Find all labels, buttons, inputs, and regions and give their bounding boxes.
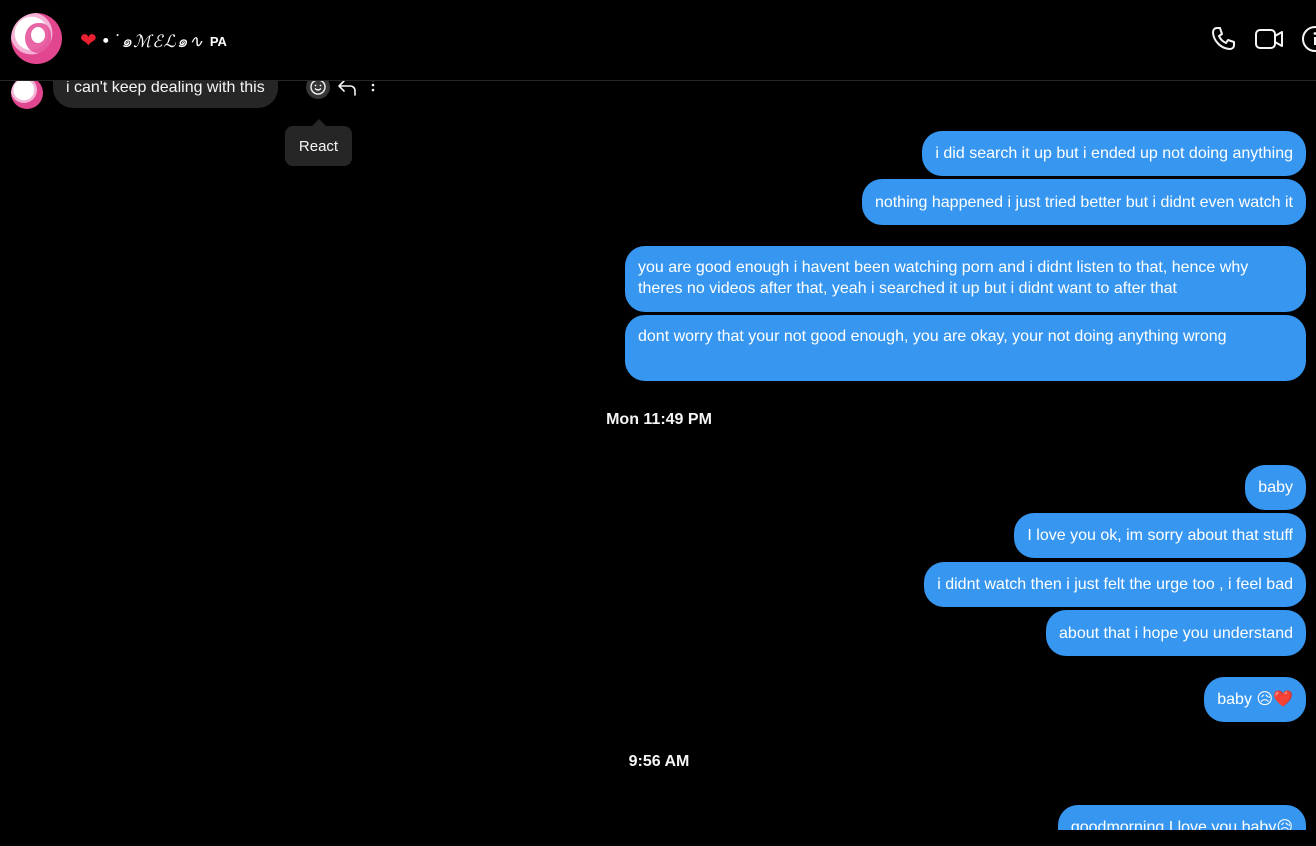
outgoing-message-bubble[interactable]: i did search it up but i ended up not do… (922, 131, 1306, 176)
outgoing-message-bubble[interactable]: baby 😥❤️ (1204, 677, 1306, 722)
contact-name[interactable]: ❤ •˙๑ℳℰℒ๑∿ PA (80, 29, 227, 53)
outgoing-message-bubble[interactable]: about that i hope you understand (1046, 610, 1306, 656)
heart-icon: ❤ (80, 30, 97, 52)
outgoing-message-bubble[interactable]: I love you ok, im sorry about that stuff (1014, 513, 1306, 558)
outgoing-message-bubble[interactable]: goodmorning I love you baby😥 (1057, 805, 1306, 830)
contact-name-suffix: PA (209, 33, 227, 49)
message-clip: goodmorning I love you baby😥 (0, 805, 1316, 830)
outgoing-message-bubble[interactable]: you are good enough i havent been watchi… (625, 246, 1306, 312)
chat-header: ❤ •˙๑ℳℰℒ๑∿ PA (0, 0, 1316, 81)
timestamp: 9:56 AM (628, 753, 690, 770)
contact-name-text: •˙๑ℳℰℒ๑∿ (100, 31, 204, 52)
timestamp: Mon 11:49 PM (606, 411, 712, 428)
outgoing-message-bubble[interactable]: nothing happened i just tried better but… (861, 179, 1306, 225)
outgoing-message-bubble[interactable]: dont worry that your not good enough, yo… (625, 315, 1306, 381)
phone-icon[interactable] (1208, 24, 1238, 54)
contact-avatar[interactable] (11, 13, 62, 64)
sender-avatar[interactable] (11, 77, 43, 109)
react-tooltip: React (285, 119, 352, 166)
video-call-icon[interactable] (1254, 24, 1284, 54)
outgoing-message-bubble[interactable]: baby (1245, 465, 1306, 510)
outgoing-message-bubble[interactable]: i didnt watch then i just felt the urge … (924, 562, 1306, 607)
info-icon[interactable] (1300, 24, 1316, 54)
